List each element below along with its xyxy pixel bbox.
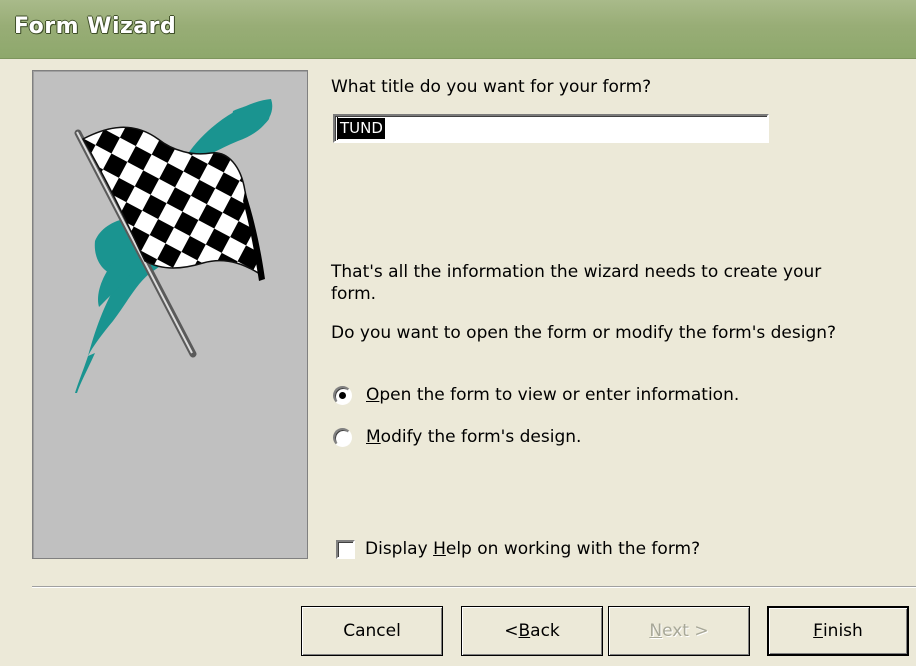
- option-open-form[interactable]: Open the form to view or enter informati…: [333, 382, 739, 408]
- option-modify-design[interactable]: Modify the form's design.: [333, 424, 581, 450]
- next-button[interactable]: Next >: [608, 606, 750, 656]
- checkered-flag-icon: [74, 99, 273, 393]
- selected-title-text: TUND: [338, 118, 385, 139]
- form-title-input[interactable]: [333, 114, 769, 143]
- radio-open-form[interactable]: [333, 385, 352, 405]
- help-checkbox[interactable]: [336, 539, 355, 559]
- info-text: That's all the information the wizard ne…: [331, 262, 822, 304]
- back-button[interactable]: < Back: [461, 606, 603, 656]
- window-title: Form Wizard: [14, 14, 177, 39]
- finish-button[interactable]: Finish: [767, 606, 909, 656]
- help-checkbox-label: Display Help on working with the form?: [365, 539, 701, 559]
- title-prompt: What title do you want for your form?: [331, 77, 652, 97]
- text-caret: [337, 117, 338, 140]
- wizard-illustration: [32, 70, 308, 559]
- divider: [32, 586, 916, 588]
- title-bar[interactable]: Form Wizard: [0, 0, 916, 59]
- question-text: Do you want to open the form or modify t…: [331, 323, 837, 343]
- radio-modify-design[interactable]: [333, 427, 352, 447]
- option-modify-design-label: Modify the form's design.: [366, 427, 582, 447]
- help-checkbox-row[interactable]: Display Help on working with the form?: [336, 537, 700, 561]
- option-open-form-label: Open the form to view or enter informati…: [366, 385, 740, 405]
- cancel-button[interactable]: Cancel: [301, 606, 443, 656]
